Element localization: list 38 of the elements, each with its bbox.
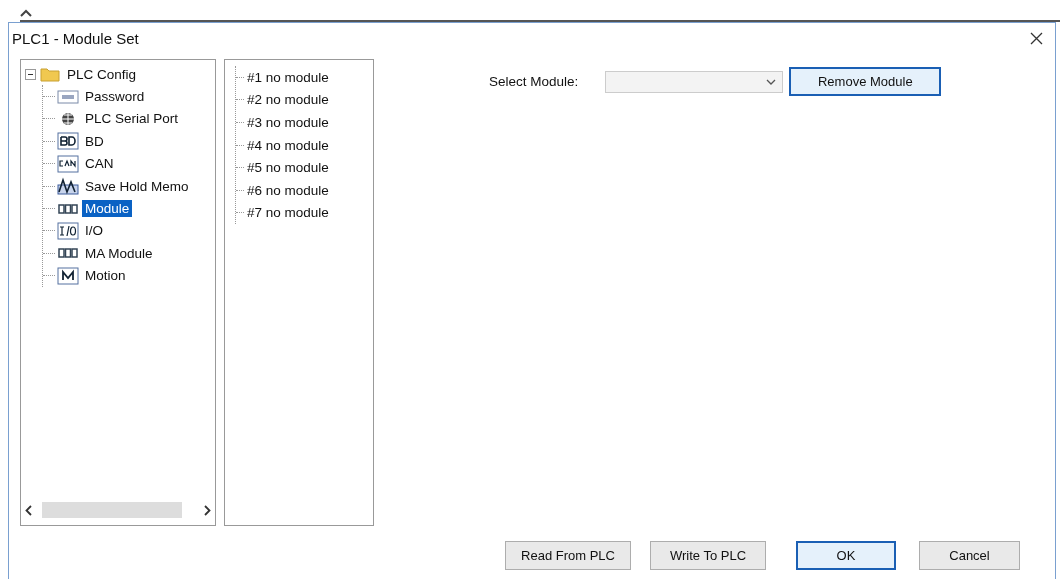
tree-item[interactable]: BD xyxy=(82,132,107,150)
module-slot[interactable]: #6 no module xyxy=(247,182,329,198)
scroll-left-icon xyxy=(25,504,32,516)
module-slot[interactable]: #5 no module xyxy=(247,160,329,176)
window-title: PLC1 - Module Set xyxy=(12,29,139,47)
tree-item[interactable]: Save Hold Memo xyxy=(82,177,192,195)
close-icon[interactable] xyxy=(1030,32,1043,45)
dialog-button[interactable]: Write To PLC xyxy=(650,541,766,570)
dialog-button[interactable]: Read From PLC xyxy=(505,541,631,570)
bd-icon xyxy=(57,132,79,151)
waveform-icon xyxy=(57,177,79,196)
module-slot[interactable]: #3 no module xyxy=(247,115,329,130)
io-icon xyxy=(57,221,79,240)
select-module-label: Select Module: xyxy=(489,74,579,89)
motion-icon xyxy=(57,266,79,285)
tree-item[interactable]: PLC Config xyxy=(64,65,140,83)
chevron-down-icon xyxy=(766,78,777,85)
tree-item[interactable]: Module xyxy=(82,200,133,218)
tree-item[interactable]: Password xyxy=(82,88,148,106)
dialog-button[interactable]: Cancel xyxy=(919,541,1020,570)
tree-item[interactable]: MA Module xyxy=(82,244,156,262)
tree-item[interactable]: I/O xyxy=(82,222,106,240)
module-slot[interactable]: #2 no module xyxy=(247,92,329,108)
tree-item[interactable]: CAN xyxy=(82,155,117,173)
folder-icon xyxy=(40,66,60,83)
module-slot[interactable]: #7 no module xyxy=(247,205,329,221)
keyboard-icon xyxy=(57,88,79,105)
dialog-button[interactable]: OK xyxy=(796,541,896,570)
caret-up-icon xyxy=(20,9,32,17)
module-slot[interactable]: #1 no module xyxy=(247,69,329,85)
collapse-icon[interactable] xyxy=(25,68,36,80)
remove-module-button[interactable]: Remove Module xyxy=(789,67,942,96)
module-slot[interactable]: #4 no module xyxy=(247,137,329,153)
tree-item[interactable]: PLC Serial Port xyxy=(82,110,182,128)
horizontal-scrollbar[interactable] xyxy=(25,502,211,518)
can-icon xyxy=(57,154,79,173)
scroll-right-icon xyxy=(204,504,211,516)
tree-item[interactable]: Motion xyxy=(82,267,129,285)
